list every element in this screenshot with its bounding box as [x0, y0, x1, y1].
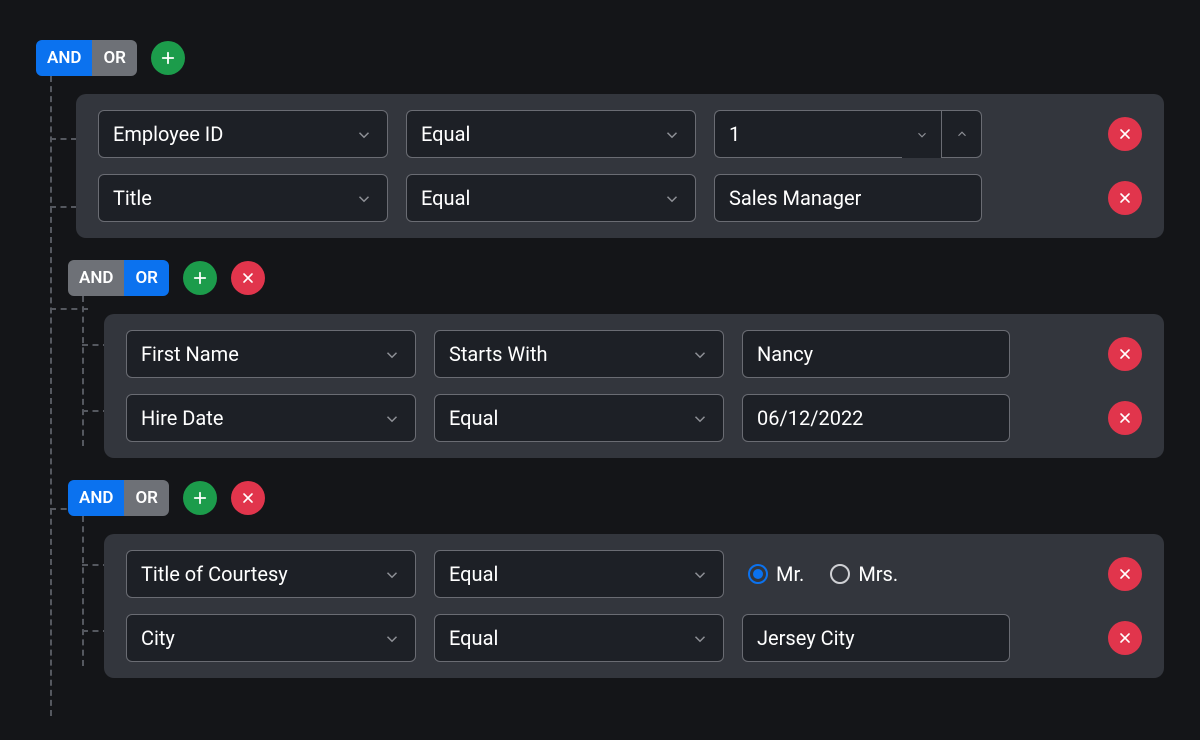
radio-dot-icon: [748, 564, 768, 584]
value-text: Nancy: [757, 342, 813, 366]
chevron-down-icon: [383, 565, 401, 583]
group-header-root: AND OR: [36, 40, 1164, 76]
radio-label: Mr.: [776, 562, 804, 586]
operator-label: Starts With: [449, 342, 548, 366]
rule-row: City Equal Jersey City: [126, 614, 1142, 662]
add-rule-button[interactable]: [183, 481, 217, 515]
field-label: City: [141, 626, 175, 650]
field-select[interactable]: Employee ID: [98, 110, 388, 158]
operator-select[interactable]: Equal: [406, 110, 696, 158]
operator-label: Equal: [421, 122, 470, 146]
field-select[interactable]: Title: [98, 174, 388, 222]
rule-row: Title of Courtesy Equal Mr. Mrs.: [126, 550, 1142, 598]
value-radio-group: Mr. Mrs.: [742, 550, 1010, 598]
delete-rule-button[interactable]: [1108, 621, 1142, 655]
chevron-down-icon: [383, 345, 401, 363]
field-label: Hire Date: [141, 406, 223, 430]
spin-down-button[interactable]: [902, 110, 942, 158]
operator-label: Equal: [449, 406, 498, 430]
value-text: 1: [729, 122, 740, 146]
group-header-sub: AND OR: [68, 480, 1164, 516]
radio-option-mr[interactable]: Mr.: [748, 562, 804, 586]
connector-or[interactable]: OR: [124, 480, 169, 516]
rule-row: Employee ID Equal 1: [98, 110, 1142, 158]
rules-panel-root: Employee ID Equal 1 Ti: [76, 94, 1164, 238]
rules-panel-sub: Title of Courtesy Equal Mr. Mrs.: [104, 534, 1164, 678]
add-rule-button[interactable]: [183, 261, 217, 295]
field-select[interactable]: First Name: [126, 330, 416, 378]
delete-group-button[interactable]: [231, 261, 265, 295]
sub-group: AND OR First Name Starts With: [36, 260, 1164, 458]
field-select[interactable]: City: [126, 614, 416, 662]
rule-row: First Name Starts With Nancy: [126, 330, 1142, 378]
value-text-input[interactable]: Sales Manager: [714, 174, 982, 222]
delete-rule-button[interactable]: [1108, 557, 1142, 591]
value-text-input[interactable]: Jersey City: [742, 614, 1010, 662]
field-select[interactable]: Hire Date: [126, 394, 416, 442]
chevron-down-icon: [691, 629, 709, 647]
query-builder: AND OR Employee ID Equal 1: [36, 40, 1164, 678]
field-label: Employee ID: [113, 122, 223, 146]
value-text-input[interactable]: Nancy: [742, 330, 1010, 378]
chevron-down-icon: [383, 409, 401, 427]
radio-dot-icon: [830, 564, 850, 584]
connector-toggle[interactable]: AND OR: [68, 480, 169, 516]
value-number-input[interactable]: 1: [714, 110, 902, 158]
connector-and[interactable]: AND: [36, 40, 92, 76]
group-header-sub: AND OR: [68, 260, 1164, 296]
chevron-down-icon: [691, 409, 709, 427]
operator-select[interactable]: Starts With: [434, 330, 724, 378]
add-rule-button[interactable]: [151, 41, 185, 75]
delete-rule-button[interactable]: [1108, 117, 1142, 151]
chevron-down-icon: [663, 189, 681, 207]
operator-select[interactable]: Equal: [434, 614, 724, 662]
value-date-input[interactable]: 06/12/2022: [742, 394, 1010, 442]
chevron-down-icon: [663, 125, 681, 143]
operator-label: Equal: [421, 186, 470, 210]
operator-select[interactable]: Equal: [406, 174, 696, 222]
rule-row: Hire Date Equal 06/12/2022: [126, 394, 1142, 442]
chevron-down-icon: [691, 345, 709, 363]
field-label: Title: [113, 186, 152, 210]
chevron-down-icon: [355, 189, 373, 207]
number-input-wrap: 1: [714, 110, 982, 158]
radio-label: Mrs.: [858, 562, 898, 586]
delete-group-button[interactable]: [231, 481, 265, 515]
connector-toggle[interactable]: AND OR: [68, 260, 169, 296]
connector-or[interactable]: OR: [92, 40, 137, 76]
delete-rule-button[interactable]: [1108, 337, 1142, 371]
connector-and[interactable]: AND: [68, 260, 124, 296]
field-label: First Name: [141, 342, 239, 366]
rules-panel-sub: First Name Starts With Nancy Hire Date: [104, 314, 1164, 458]
radio-option-mrs[interactable]: Mrs.: [830, 562, 898, 586]
sub-group: AND OR Title of Courtesy Equal: [36, 480, 1164, 678]
chevron-down-icon: [383, 629, 401, 647]
spin-up-button[interactable]: [942, 110, 982, 158]
delete-rule-button[interactable]: [1108, 401, 1142, 435]
field-select[interactable]: Title of Courtesy: [126, 550, 416, 598]
chevron-down-icon: [691, 565, 709, 583]
operator-select[interactable]: Equal: [434, 394, 724, 442]
value-text: Sales Manager: [729, 186, 861, 210]
connector-and[interactable]: AND: [68, 480, 124, 516]
field-label: Title of Courtesy: [141, 562, 288, 586]
value-text: 06/12/2022: [757, 406, 863, 430]
chevron-down-icon: [355, 125, 373, 143]
value-text: Jersey City: [757, 626, 855, 650]
operator-label: Equal: [449, 626, 498, 650]
delete-rule-button[interactable]: [1108, 181, 1142, 215]
connector-toggle[interactable]: AND OR: [36, 40, 137, 76]
operator-select[interactable]: Equal: [434, 550, 724, 598]
connector-or[interactable]: OR: [124, 260, 169, 296]
rule-row: Title Equal Sales Manager: [98, 174, 1142, 222]
operator-label: Equal: [449, 562, 498, 586]
